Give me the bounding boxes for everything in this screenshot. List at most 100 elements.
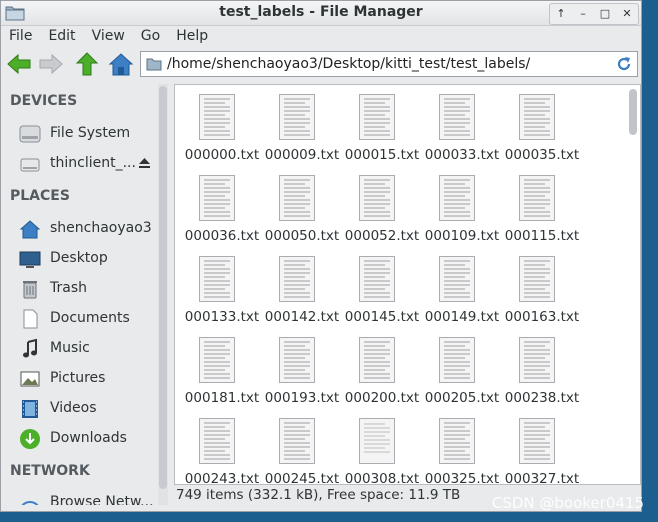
file-item[interactable]: 000243.txt <box>179 409 259 484</box>
file-name: 000009.txt <box>264 147 340 163</box>
file-item[interactable]: 000181.txt <box>179 328 259 406</box>
window-title: test_labels - File Manager <box>219 4 423 20</box>
file-name: 000200.txt <box>344 390 420 406</box>
file-item[interactable]: 000133.txt <box>179 247 259 325</box>
minimize-button[interactable]: – <box>572 4 594 24</box>
videos-icon <box>22 400 38 418</box>
menu-edit[interactable]: Edit <box>40 25 83 47</box>
file-item[interactable]: 000193.txt <box>259 328 339 406</box>
sidebar-item-documents[interactable]: Documents <box>19 306 157 330</box>
text-file-icon <box>519 337 555 383</box>
file-item[interactable]: 000015.txt <box>339 85 419 163</box>
sidebar-scrollbar[interactable] <box>158 84 168 505</box>
sidebar-item-file-system[interactable]: File System <box>19 121 157 145</box>
file-item[interactable]: 000145.txt <box>339 247 419 325</box>
text-file-icon <box>439 337 475 383</box>
text-file-icon <box>439 418 475 464</box>
menu-view[interactable]: View <box>84 25 133 47</box>
file-name: 000163.txt <box>504 309 580 325</box>
maximize-button[interactable]: □ <box>594 4 616 24</box>
home-icon[interactable] <box>107 50 135 78</box>
text-file-icon <box>519 418 555 464</box>
menu-file[interactable]: File <box>1 25 40 47</box>
file-item[interactable]: 000245.txt <box>259 409 339 484</box>
text-file-icon <box>199 418 235 464</box>
text-file-icon <box>439 256 475 302</box>
menu-go[interactable]: Go <box>133 25 168 47</box>
file-item[interactable]: 000149.txt <box>419 247 499 325</box>
close-button[interactable]: ✕ <box>616 4 638 24</box>
sidebar-scrollbar-thumb[interactable] <box>159 86 167 489</box>
file-name: 000035.txt <box>504 147 580 163</box>
home-icon <box>19 220 41 239</box>
file-item[interactable]: 000200.txt <box>339 328 419 406</box>
file-item[interactable]: 000327.txt <box>499 409 579 484</box>
sidebar-item-browse-network[interactable]: Browse Netw... <box>19 490 157 505</box>
file-item[interactable]: 000050.txt <box>259 166 339 244</box>
sidebar-item-home[interactable]: shenchaoyao3 <box>19 216 157 240</box>
file-item[interactable]: 000109.txt <box>419 166 499 244</box>
file-name: 000036.txt <box>184 228 260 244</box>
file-item[interactable]: 000142.txt <box>259 247 339 325</box>
downloads-icon <box>20 429 40 449</box>
location-path[interactable]: /home/shenchaoyao3/Desktop/kitti_test/te… <box>167 56 530 72</box>
file-name: 000325.txt <box>424 471 500 485</box>
file-name: 000109.txt <box>424 228 500 244</box>
forward-arrow-icon[interactable] <box>37 50 65 78</box>
sidebar-item-desktop[interactable]: Desktop <box>19 246 157 270</box>
sidebar-item-label: Documents <box>50 310 130 326</box>
file-item[interactable]: 000238.txt <box>499 328 579 406</box>
sidebar-item-label: thinclient_... <box>50 155 136 171</box>
file-item[interactable]: 000052.txt <box>339 166 419 244</box>
sidebar-item-label: Desktop <box>50 250 108 266</box>
file-item[interactable]: 000000.txt <box>179 85 259 163</box>
sidebar-item-videos[interactable]: Videos <box>19 396 157 420</box>
text-file-icon <box>439 94 475 140</box>
sidebar-item-thinclient[interactable]: thinclient_... <box>19 151 157 175</box>
text-file-icon <box>199 337 235 383</box>
sidebar-item-trash[interactable]: Trash <box>19 276 157 300</box>
file-name: 000327.txt <box>504 471 580 485</box>
reload-icon[interactable] <box>615 55 633 73</box>
menu-bar: File Edit View Go Help <box>1 25 641 47</box>
file-item[interactable]: 000205.txt <box>419 328 499 406</box>
up-arrow-icon[interactable] <box>73 50 101 78</box>
sidebar-item-downloads[interactable]: Downloads <box>19 426 157 450</box>
file-item[interactable]: 000036.txt <box>179 166 259 244</box>
file-item[interactable]: 000308.txt <box>339 409 419 484</box>
trash-icon <box>23 281 37 299</box>
file-view-scrollbar[interactable] <box>627 85 639 484</box>
file-item[interactable]: 000009.txt <box>259 85 339 163</box>
file-name: 000133.txt <box>184 309 260 325</box>
text-file-icon <box>199 256 235 302</box>
file-item[interactable]: 000163.txt <box>499 247 579 325</box>
text-file-icon <box>199 94 235 140</box>
network-header: NETWORK <box>10 463 90 479</box>
text-file-icon <box>359 175 395 221</box>
back-arrow-icon[interactable] <box>5 50 33 78</box>
file-item[interactable]: 000325.txt <box>419 409 499 484</box>
toolbar: /home/shenchaoyao3/Desktop/kitti_test/te… <box>1 48 641 80</box>
text-file-icon <box>519 94 555 140</box>
sidebar-item-pictures[interactable]: Pictures <box>19 366 157 390</box>
file-item[interactable]: 000115.txt <box>499 166 579 244</box>
file-item[interactable]: 000035.txt <box>499 85 579 163</box>
title-bar[interactable]: test_labels - File Manager ↑ – □ ✕ <box>1 1 641 26</box>
file-name: 000243.txt <box>184 471 260 485</box>
window-controls: ↑ – □ ✕ <box>549 3 639 25</box>
text-file-icon <box>279 337 315 383</box>
shade-button[interactable]: ↑ <box>550 4 572 24</box>
menu-help[interactable]: Help <box>168 25 216 47</box>
eject-icon[interactable] <box>138 157 151 169</box>
removable-drive-icon <box>20 158 40 172</box>
file-view: 000000.txt 000009.txt 000015.txt 000033.txt… <box>174 84 641 485</box>
file-item[interactable]: 000033.txt <box>419 85 499 163</box>
file-view-scrollbar-thumb[interactable] <box>629 89 637 135</box>
file-name: 000193.txt <box>264 390 340 406</box>
location-bar[interactable]: /home/shenchaoyao3/Desktop/kitti_test/te… <box>140 51 638 77</box>
places-header: PLACES <box>10 188 70 204</box>
text-file-icon <box>359 418 395 464</box>
sidebar-item-music[interactable]: Music <box>19 336 157 360</box>
file-manager-window: test_labels - File Manager ↑ – □ ✕ File … <box>0 0 642 512</box>
text-file-icon <box>439 175 475 221</box>
